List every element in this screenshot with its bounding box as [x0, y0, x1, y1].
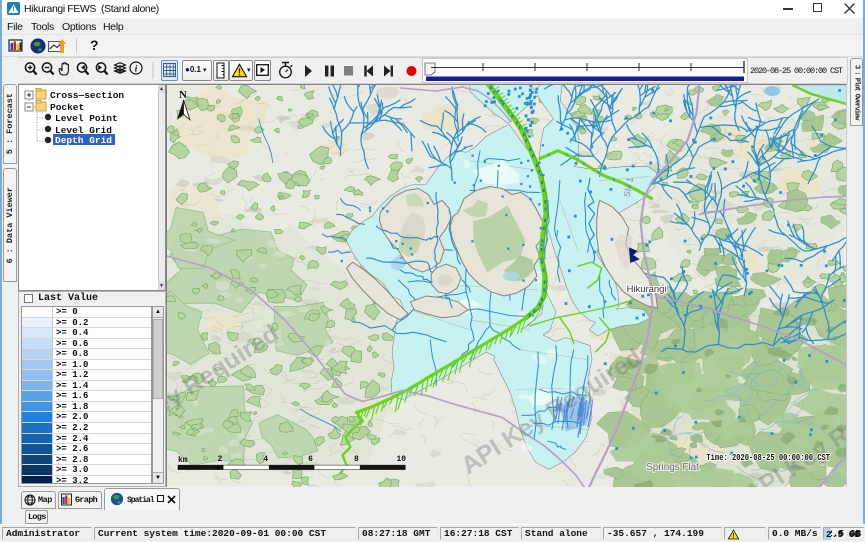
svg-text:8: 8 — [354, 455, 359, 464]
svg-text:!: ! — [238, 67, 241, 78]
svg-text:Pocket: Pocket — [50, 102, 84, 113]
svg-text:Cross—section: Cross—section — [50, 90, 124, 101]
svg-text:N: N — [179, 89, 187, 101]
svg-text:Time: 2020-08-25 00:00:00 CST: Time: 2020-08-25 00:00:00 CST — [706, 452, 830, 463]
svg-text:i: i — [135, 64, 138, 74]
svg-text:Level Point: Level Point — [55, 113, 118, 124]
svg-text:Hikurangi: Hikurangi — [627, 284, 667, 294]
svg-text:6: 6 — [308, 455, 313, 464]
svg-text:Depth Grid: Depth Grid — [55, 135, 112, 146]
svg-text:Springs Flat: Springs Flat — [646, 462, 699, 473]
svg-text:km: km — [178, 456, 188, 465]
svg-text:10: 10 — [397, 455, 407, 464]
svg-text:2: 2 — [217, 455, 222, 464]
svg-text:4: 4 — [263, 455, 268, 464]
svg-text:!: ! — [732, 532, 734, 540]
